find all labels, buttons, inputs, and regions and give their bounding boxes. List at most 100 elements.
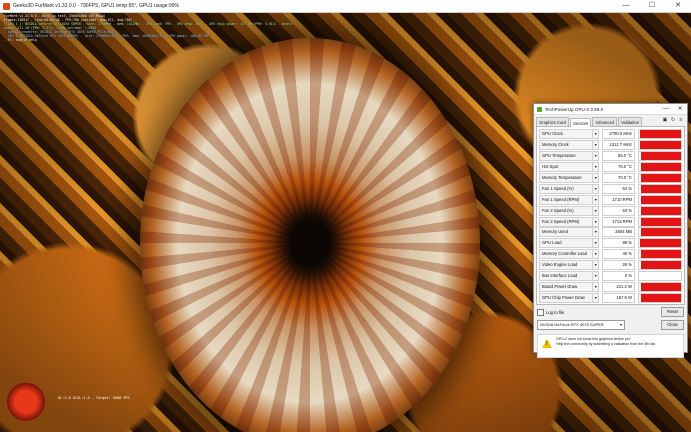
close-icon[interactable]: ✕: [673, 104, 687, 114]
chevron-down-icon[interactable]: ▾: [593, 162, 600, 173]
sensor-graph: [638, 194, 682, 205]
gpuz-titlebar[interactable]: TechPowerUp GPU-Z 2.58.0 — ✕: [534, 104, 687, 115]
sensor-value: 1713 RPM: [602, 216, 635, 227]
sensor-graph: [638, 227, 682, 238]
sensor-label: Hot Spot: [539, 162, 594, 173]
chevron-down-icon[interactable]: ▾: [593, 260, 600, 271]
chevron-down-icon[interactable]: ▾: [593, 281, 600, 292]
furmark-app-icon: [3, 2, 10, 10]
warning-icon: !: [542, 339, 552, 349]
sensor-value: 1710 RPM: [602, 194, 635, 205]
gpuz-app-icon: [537, 106, 542, 112]
chevron-down-icon[interactable]: ▾: [593, 173, 600, 183]
sensor-row: Memory Used ▾ 2604 MB: [539, 227, 682, 238]
sensor-value: 99 %: [602, 238, 635, 249]
sensor-graph-fill: [640, 282, 681, 291]
notice-line: Help the community by submitting a valid…: [556, 341, 657, 346]
log-row: Log to file Reset: [537, 307, 684, 318]
sensor-graph-fill: [640, 195, 681, 204]
sensor-row: Fan 1 Speed (%) ▾ 53 %: [539, 183, 682, 194]
gpuz-window: TechPowerUp GPU-Z 2.58.0 — ✕ Graphics Ca…: [533, 103, 688, 359]
camera-icon[interactable]: ▣: [662, 117, 668, 123]
chevron-down-icon[interactable]: ▾: [593, 216, 600, 227]
tab-graphics-card[interactable]: Graphics Card: [536, 117, 569, 126]
furmark-titlebar[interactable]: Geeks3D FurMark v1.33.0.0 - 790FPS, GPU1…: [0, 0, 691, 13]
reset-button[interactable]: Reset: [661, 307, 684, 318]
sensor-graph: [638, 238, 682, 249]
sensor-graph-fill: [640, 217, 681, 226]
chevron-down-icon[interactable]: ▾: [593, 292, 600, 303]
sensor-row: Fan 2 Speed (%) ▾ 53 %: [539, 205, 682, 216]
chevron-down-icon[interactable]: ▾: [593, 271, 600, 282]
sensor-graph: [638, 216, 682, 227]
sensor-value: 157.6 W: [602, 292, 635, 303]
osd-line: - F1: toggle help: [4, 38, 37, 42]
sensor-label: GPU Load: [539, 238, 594, 249]
sensor-row: Memory Controller Load ▾ 40 %: [539, 249, 682, 260]
sensor-graph-fill: [640, 228, 681, 237]
chevron-down-icon[interactable]: ▾: [593, 183, 600, 194]
minimize-icon[interactable]: —: [613, 0, 639, 12]
furmark-bottom-status: GL:3.0 GLSL:1.0 - Target: 5000 FPS: [58, 396, 130, 400]
device-select[interactable]: NVIDIA GeForce RTX 4070 SUPER ▾: [537, 320, 625, 331]
sensor-label: Fan 2 Speed (RPM): [539, 216, 594, 227]
chevron-down-icon[interactable]: ▾: [593, 249, 600, 260]
furmark-window-title: Geeks3D FurMark v1.33.0.0 - 790FPS, GPU1…: [13, 3, 179, 9]
unknown-device-notice[interactable]: ! GPU-Z does not know this graphics devi…: [537, 334, 684, 359]
chevron-down-icon[interactable]: ▾: [593, 151, 600, 162]
log-to-file-label: Log to file: [546, 309, 565, 315]
sensor-graph-fill: [640, 206, 681, 215]
chevron-down-icon[interactable]: ▾: [593, 205, 600, 216]
menu-icon[interactable]: ≡: [678, 117, 684, 123]
sensor-graph: [638, 129, 682, 140]
sensor-graph: [638, 271, 682, 282]
chevron-down-icon[interactable]: ▾: [593, 238, 600, 249]
chevron-down-icon: ▾: [619, 322, 622, 328]
sensor-label: Fan 2 Speed (%): [539, 205, 594, 216]
sensor-graph-fill: [639, 130, 681, 139]
sensor-row: GPU Chip Power Draw ▾ 157.6 W: [539, 292, 682, 303]
sensor-value: 53 %: [602, 183, 635, 194]
maximize-icon[interactable]: ☐: [639, 0, 665, 12]
chevron-down-icon[interactable]: ▾: [593, 140, 600, 151]
log-to-file-checkbox[interactable]: [537, 308, 544, 316]
sensor-graph: [638, 249, 682, 260]
sensor-value: 75.0 °C: [602, 162, 635, 173]
sensor-graph: [638, 162, 682, 173]
sensor-row: Fan 2 Speed (RPM) ▾ 1713 RPM: [539, 216, 682, 227]
sensor-row: Hot Spot ▾ 75.0 °C: [539, 162, 682, 173]
device-select-value: NVIDIA GeForce RTX 4070 SUPER: [540, 322, 604, 328]
sensor-label: Memory Clock: [539, 140, 594, 151]
sensor-graph-fill: [639, 239, 681, 248]
sensor-label: Board Power Draw: [539, 281, 594, 292]
sensor-graph: [638, 183, 682, 194]
tab-advanced[interactable]: Advanced: [592, 117, 617, 126]
refresh-icon[interactable]: ↻: [670, 117, 676, 123]
sensor-graph: [638, 281, 682, 292]
sensor-graph: [638, 140, 682, 151]
sensor-value: 65.0 °C: [602, 151, 635, 162]
sensor-value: 70.0 °C: [602, 173, 635, 183]
chevron-down-icon[interactable]: ▾: [593, 227, 600, 238]
chevron-down-icon[interactable]: ▾: [593, 194, 600, 205]
sensor-label: Memory Used: [539, 227, 594, 238]
close-button[interactable]: Close: [661, 320, 684, 331]
sensor-value: 1312.7 MHz: [602, 140, 635, 151]
sensor-graph-fill: [640, 152, 681, 161]
sensor-graph: [638, 205, 682, 216]
sensor-label: Fan 1 Speed (RPM): [539, 194, 594, 205]
sensor-row: Fan 1 Speed (RPM) ▾ 1710 RPM: [539, 194, 682, 205]
sensor-graph-fill: [639, 141, 681, 150]
sensor-graph-fill: [640, 261, 681, 270]
chevron-down-icon[interactable]: ▾: [593, 129, 600, 140]
tab-validation[interactable]: Validation: [618, 117, 643, 126]
minimize-icon[interactable]: —: [659, 104, 673, 114]
sensor-label: Bus Interface Load: [539, 271, 594, 282]
fur-streaks: [140, 38, 480, 432]
sensor-graph: [638, 151, 682, 162]
device-row: NVIDIA GeForce RTX 4070 SUPER ▾ Close: [537, 320, 684, 331]
sensor-row: GPU Temperature ▾ 65.0 °C: [539, 151, 682, 162]
sensor-row: Bus Interface Load ▾ 0 %: [539, 271, 682, 282]
tab-sensors[interactable]: Sensors: [570, 118, 592, 127]
close-icon[interactable]: ✕: [665, 0, 691, 12]
